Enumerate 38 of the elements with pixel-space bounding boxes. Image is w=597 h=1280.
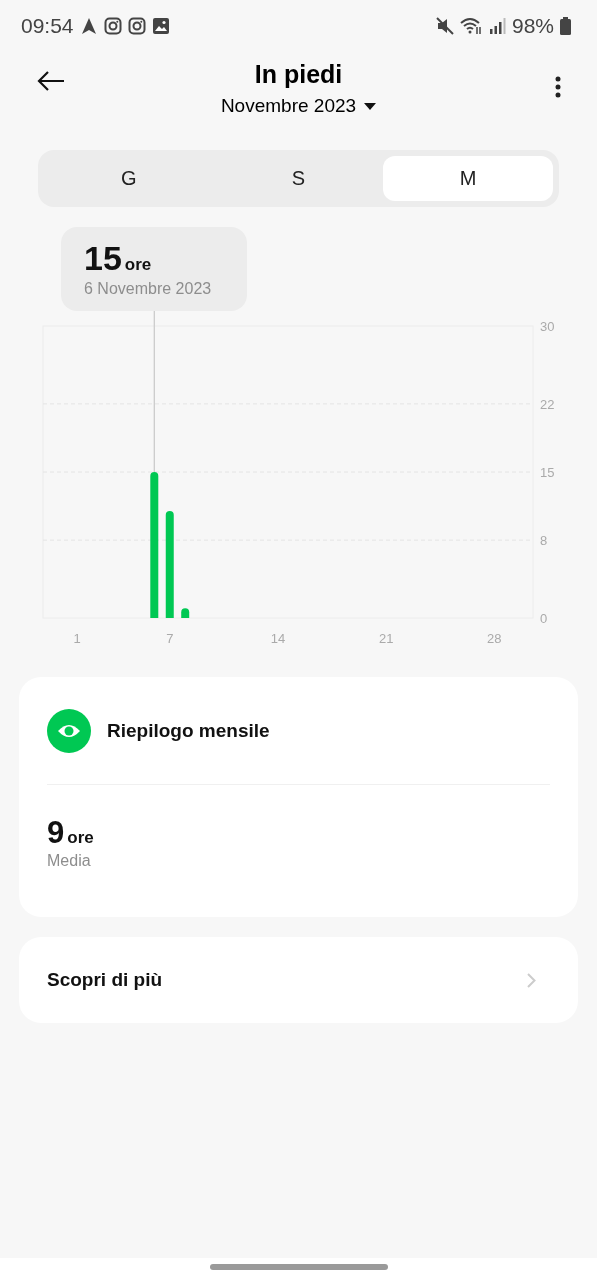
y-axis-label: 15 xyxy=(540,465,555,480)
wifi-icon xyxy=(459,17,482,35)
more-vertical-icon xyxy=(555,76,561,98)
y-axis-label: 8 xyxy=(540,533,548,549)
signal-icon xyxy=(487,17,506,35)
x-axis-label: 21 xyxy=(378,631,394,646)
x-axis-label: 28 xyxy=(487,631,502,646)
y-axis-label: 22 xyxy=(540,396,555,412)
period-tab[interactable]: M xyxy=(383,156,553,201)
x-axis-label: 14 xyxy=(270,631,286,646)
page-title: In piedi xyxy=(254,60,343,89)
period-dropdown[interactable]: Novembre 2023 xyxy=(220,95,377,117)
image-icon xyxy=(151,17,170,35)
battery-icon xyxy=(560,17,571,35)
eye-icon xyxy=(47,708,91,753)
navigation-arrow-icon xyxy=(79,17,98,35)
learn-more-link[interactable]: Scopri di più xyxy=(19,937,578,1023)
mute-icon xyxy=(435,17,454,35)
chevron-right-icon xyxy=(527,972,536,988)
camera-icon xyxy=(103,17,122,35)
tooltip-unit: ore xyxy=(124,255,152,274)
battery-percentage: 98% xyxy=(511,14,554,38)
caret-icon xyxy=(364,102,377,110)
x-axis-label: 1 xyxy=(73,631,81,646)
y-axis-label: 0 xyxy=(540,611,548,626)
camera-icon xyxy=(127,17,146,35)
period-tab[interactable]: S xyxy=(213,156,384,201)
average-label: Media xyxy=(47,852,92,870)
y-axis-label: 30 xyxy=(540,319,555,334)
average-unit: ore xyxy=(67,828,94,847)
tooltip-value: 15 xyxy=(84,239,122,277)
x-axis-label: 7 xyxy=(166,631,174,646)
back-arrow-icon xyxy=(37,70,65,92)
card-title: Riepilogo mensile xyxy=(107,719,270,742)
period-tab[interactable]: G xyxy=(44,156,214,201)
status-time: 09:54 xyxy=(21,14,74,38)
tooltip-date: 6 Novembre 2023 xyxy=(84,280,213,298)
average-value: 9 xyxy=(47,815,65,850)
